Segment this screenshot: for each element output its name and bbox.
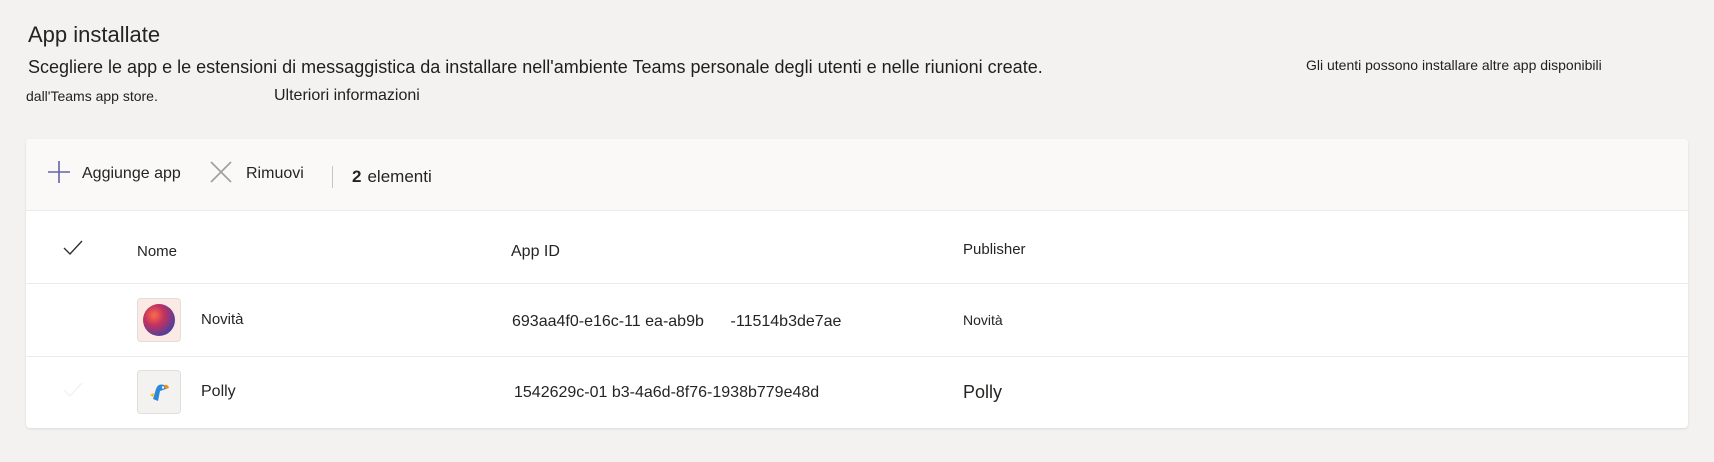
remove-label: Rimuovi	[246, 165, 304, 182]
column-header-name[interactable]: Nome	[137, 243, 177, 260]
row-select-checkmark-icon[interactable]	[62, 309, 84, 332]
whats-new-app-icon	[137, 298, 181, 342]
plus-icon	[46, 159, 72, 190]
toolbar-divider	[332, 166, 333, 188]
item-count: 2 elementi	[352, 167, 432, 187]
app-publisher: Polly	[963, 382, 1003, 402]
app-publisher: Novità	[963, 312, 1003, 328]
app-name: Polly	[201, 383, 236, 400]
app-name: Novità	[201, 311, 244, 328]
table-row[interactable]: Novità 693aa4f0-e16c-11 ea-ab9b -11514b3…	[26, 284, 1688, 357]
learn-more-link[interactable]: Ulteriori informazioni	[274, 87, 420, 105]
close-icon	[208, 159, 234, 190]
page-description-store: dall'Teams app store.	[26, 88, 158, 104]
table-toolbar: Aggiunge app Rimuovi 2 elementi	[26, 139, 1688, 211]
app-id: 693aa4f0-e16c-11 ea-ab9b -11514b3de7ae	[512, 313, 842, 330]
column-header-app-id[interactable]: App ID	[511, 243, 560, 261]
installed-apps-table-card: Aggiunge app Rimuovi 2 elementi Nome App…	[26, 139, 1688, 428]
page-description-aside: Gli utenti possono installare altre app …	[1306, 57, 1602, 73]
page-description: Scegliere le app e le estensioni di mess…	[28, 57, 1043, 77]
table-header: Nome App ID Publisher	[26, 211, 1688, 284]
polly-parrot-icon	[137, 370, 181, 414]
select-all-checkmark-icon[interactable]	[62, 239, 84, 262]
installed-apps-page: App installate Scegliere le app e le est…	[0, 0, 1714, 462]
remove-button[interactable]: Rimuovi	[208, 159, 304, 189]
item-count-label: elementi	[367, 167, 432, 186]
table-row[interactable]: Polly 1542629c-01 b3-4a6d-8f76-1938b779e…	[26, 356, 1688, 428]
page-title: App installate	[28, 22, 161, 47]
app-id: 1542629c-01 b3-4a6d-8f76-1938b779e48d	[514, 384, 820, 401]
row-select-checkmark-icon[interactable]	[62, 381, 84, 404]
column-header-publisher[interactable]: Publisher	[963, 241, 1026, 258]
add-apps-label: Aggiunge app	[82, 165, 181, 182]
item-count-number: 2	[352, 167, 362, 186]
add-apps-button[interactable]: Aggiunge app	[46, 159, 181, 189]
